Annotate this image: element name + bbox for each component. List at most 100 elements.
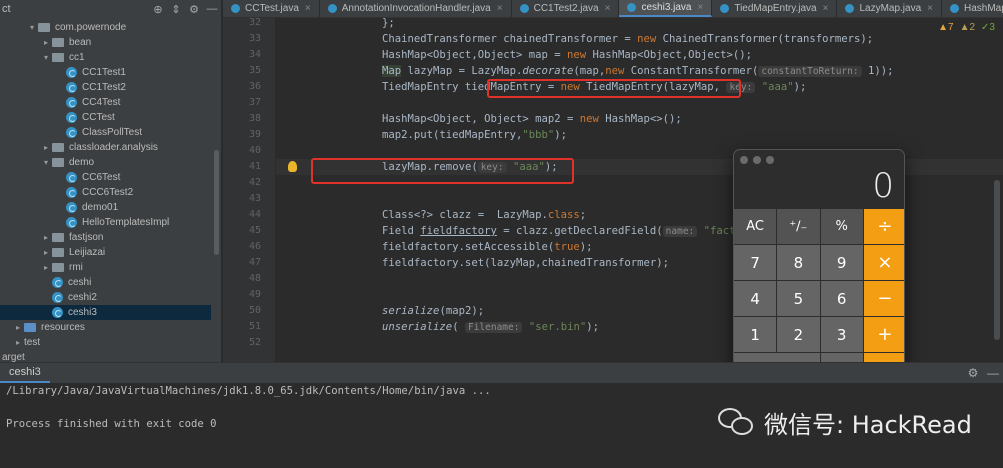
editor-tab[interactable]: TiedMapEntry.java × — [712, 0, 838, 17]
class-icon — [231, 4, 240, 13]
line-number: 48 — [248, 273, 261, 284]
tree-item-ceshi3[interactable]: ceshi3 — [0, 305, 211, 320]
tree-item-ceshi2[interactable]: ceshi2 — [0, 290, 211, 305]
tree-item-classloader-analysis[interactable]: ▸ classloader.analysis — [0, 140, 211, 155]
tree-item-cctest[interactable]: CCTest — [0, 110, 211, 125]
chevron-down-icon[interactable]: ▾ — [40, 53, 52, 62]
inspection-badges[interactable]: ▲7 ▲2 ✓3 — [938, 22, 995, 33]
globe-icon[interactable]: ⊕ — [149, 3, 167, 16]
tree-item-cc1test2[interactable]: CC1Test2 — [0, 80, 211, 95]
tree-item-label: CCTest — [82, 112, 115, 123]
calculator-window[interactable]: 0 AC⁺∕₋%÷789×456−123+0.= — [733, 149, 905, 387]
tree-item-ccc6test2[interactable]: CCC6Test2 — [0, 185, 211, 200]
tree-item-com-powernode[interactable]: ▾ com.powernode — [0, 20, 211, 35]
lightbulb-icon[interactable] — [288, 161, 297, 172]
zoom-button[interactable] — [766, 156, 774, 164]
calc-key-11[interactable]: − — [863, 281, 904, 316]
chevron-right-icon[interactable]: ▸ — [12, 338, 24, 347]
tree-item-ceshi[interactable]: ceshi — [0, 275, 211, 290]
chevron-down-icon[interactable]: ▾ — [26, 23, 38, 32]
close-icon[interactable]: × — [927, 3, 933, 14]
editor-tab[interactable]: HashMap.java× — [942, 0, 1003, 17]
editor-tab[interactable]: LazyMap.java × — [837, 0, 942, 17]
gear-icon[interactable]: ⚙ — [185, 3, 203, 16]
run-toolbar: ceshi3 ⚙ — — [0, 362, 1003, 383]
tree-item-cc1test1[interactable]: CC1Test1 — [0, 65, 211, 80]
close-icon[interactable]: × — [698, 2, 704, 13]
close-icon[interactable]: × — [605, 3, 611, 14]
editor-tab[interactable]: CC1Test2.java × — [512, 0, 620, 17]
class-icon — [52, 277, 63, 288]
tree-item-leijiazai[interactable]: ▸ Leijiazai — [0, 245, 211, 260]
chevron-right-icon[interactable]: ▸ — [40, 143, 52, 152]
wechat-watermark: 微信号: HackRead — [718, 405, 972, 440]
close-icon[interactable]: × — [305, 3, 311, 14]
line-number: 36 — [248, 81, 261, 92]
calc-key-5[interactable]: 8 — [777, 245, 820, 280]
tree-item-hellotemplatesimpl[interactable]: HelloTemplatesImpl — [0, 215, 211, 230]
close-icon[interactable]: × — [823, 3, 829, 14]
chevron-right-icon[interactable]: ▸ — [12, 323, 24, 332]
editor-tabs: CCTest.java × AnnotationInvocationHandler.… — [223, 0, 1003, 18]
tree-item-label: CC6Test — [82, 172, 121, 183]
tree-item-classpolltest[interactable]: ClassPollTest — [0, 125, 211, 140]
run-tab-ceshi3[interactable]: ceshi3 — [0, 363, 50, 383]
tree-item-fastjson[interactable]: ▸ fastjson — [0, 230, 211, 245]
chevron-right-icon[interactable]: ▸ — [40, 38, 52, 47]
calc-key-6[interactable]: 9 — [820, 245, 863, 280]
tree-item-demo[interactable]: ▾ demo — [0, 155, 211, 170]
minimize-icon[interactable]: — — [203, 3, 221, 15]
console-exit-message: Process finished with exit code 0 — [6, 418, 217, 430]
minimize-icon[interactable]: — — [983, 366, 1003, 380]
tree-item-label: CC1Test1 — [82, 67, 126, 78]
class-icon — [52, 292, 63, 303]
editor-tab[interactable]: AnnotationInvocationHandler.java × — [320, 0, 512, 17]
tree-item-label: demo01 — [82, 202, 119, 213]
warning-count[interactable]: ▲7 — [938, 22, 953, 33]
chevron-right-icon[interactable]: ▸ — [40, 263, 52, 272]
calc-key-4[interactable]: 7 — [734, 245, 777, 280]
calc-key-13[interactable]: 2 — [777, 317, 820, 352]
chevron-right-icon[interactable]: ▸ — [40, 233, 52, 242]
calc-key-10[interactable]: 6 — [820, 281, 863, 316]
weak-warning-count[interactable]: ▲2 — [960, 22, 975, 33]
calc-key-12[interactable]: 1 — [734, 317, 777, 352]
class-icon — [66, 187, 77, 198]
line-number: 45 — [248, 225, 261, 236]
tree-item-cc4test[interactable]: CC4Test — [0, 95, 211, 110]
calc-key-7[interactable]: × — [863, 245, 904, 280]
tree-item-cc6test[interactable]: CC6Test — [0, 170, 211, 185]
tree-item-test[interactable]: ▸ test — [0, 335, 211, 350]
calc-key-3[interactable]: ÷ — [863, 209, 904, 244]
code-line-51: unserialize( Filename: "ser.bin"); — [382, 321, 599, 333]
tree-item-cc1[interactable]: ▾ cc1 — [0, 50, 211, 65]
close-button[interactable] — [740, 156, 748, 164]
chevron-right-icon[interactable]: ▸ — [40, 248, 52, 257]
line-number: 52 — [248, 337, 261, 348]
tree-item-rmi[interactable]: ▸ rmi — [0, 260, 211, 275]
tree-item-resources[interactable]: ▸ resources — [0, 320, 211, 335]
tab-label: LazyMap.java — [859, 3, 922, 14]
ok-count[interactable]: ✓3 — [981, 22, 995, 33]
calc-key-15[interactable]: + — [863, 317, 904, 352]
editor-tab[interactable]: ceshi3.java × — [619, 0, 713, 17]
console-command: /Library/Java/JavaVirtualMachines/jdk1.8… — [6, 385, 491, 397]
calc-key-9[interactable]: 5 — [777, 281, 820, 316]
calc-key-8[interactable]: 4 — [734, 281, 777, 316]
watermark-text: 微信号: HackRead — [764, 411, 972, 439]
close-icon[interactable]: × — [497, 3, 503, 14]
tree-item-label: Leijiazai — [69, 247, 106, 258]
minimize-button[interactable] — [753, 156, 761, 164]
calc-key-0[interactable]: AC — [734, 209, 777, 244]
tree-item-demo01[interactable]: demo01 — [0, 200, 211, 215]
editor-scrollbar[interactable] — [994, 180, 1000, 340]
collapse-icon[interactable]: ⇕ — [167, 3, 185, 16]
calc-key-1[interactable]: ⁺∕₋ — [777, 209, 820, 244]
chevron-down-icon[interactable]: ▾ — [40, 158, 52, 167]
gear-icon[interactable]: ⚙ — [963, 366, 983, 380]
calc-key-14[interactable]: 3 — [820, 317, 863, 352]
project-scrollbar[interactable] — [214, 150, 219, 255]
calc-key-2[interactable]: % — [820, 209, 863, 244]
tree-item-bean[interactable]: ▸ bean — [0, 35, 211, 50]
line-number: 44 — [248, 209, 261, 220]
